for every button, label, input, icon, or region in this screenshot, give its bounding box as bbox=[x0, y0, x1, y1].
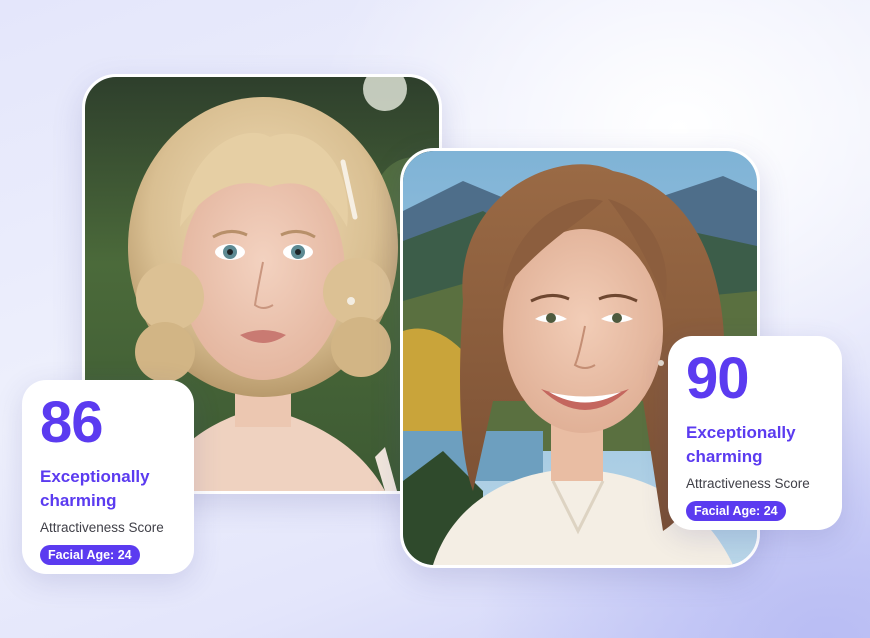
attractiveness-score-value: 90 bbox=[686, 346, 750, 411]
score-label: Attractiveness Score bbox=[686, 475, 810, 491]
score-rating-title: Exceptionally charming bbox=[40, 466, 150, 510]
score-label: Attractiveness Score bbox=[40, 519, 164, 535]
score-card: 86 Exceptionally charming Attractiveness… bbox=[22, 380, 194, 574]
facial-age-badge: Facial Age: 24 bbox=[686, 500, 786, 521]
attractiveness-score-value: 86 bbox=[40, 390, 104, 455]
score-card: 90 Exceptionally charming Attractiveness… bbox=[668, 336, 842, 530]
facial-age-badge: Facial Age: 24 bbox=[40, 544, 140, 565]
score-rating-title: Exceptionally charming bbox=[686, 422, 796, 466]
